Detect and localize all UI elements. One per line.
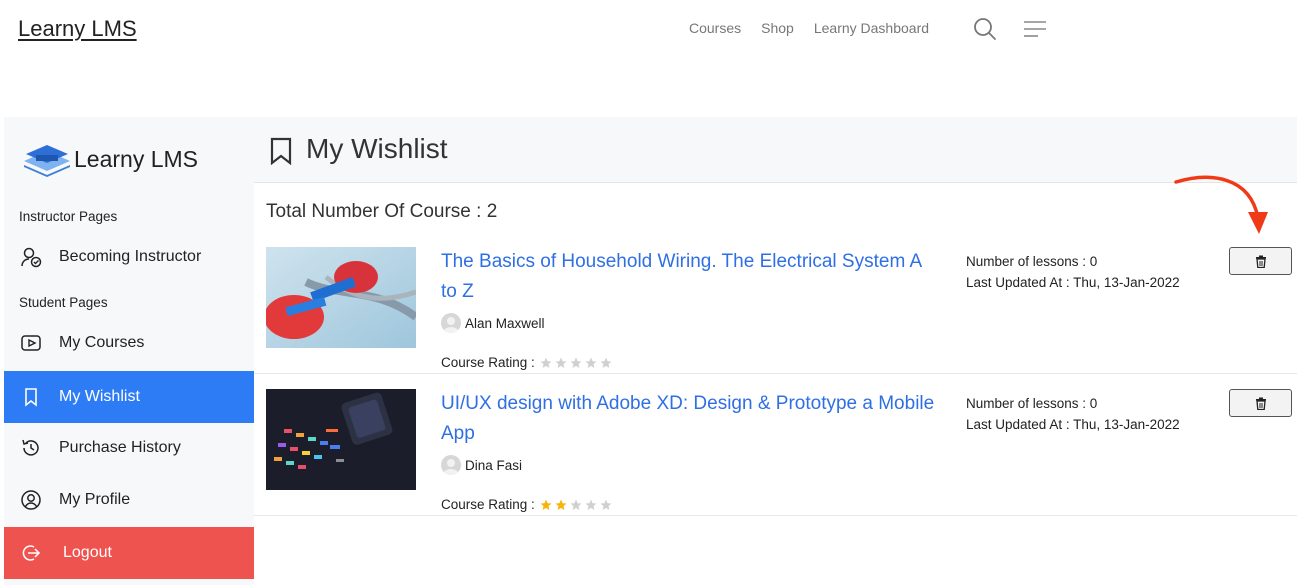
star-filled-icon [540, 499, 552, 510]
sidebar-item-purchase-history[interactable]: Purchase History [4, 422, 254, 474]
rating-stars [540, 499, 612, 511]
rating-stars [540, 357, 612, 369]
history-icon [20, 437, 42, 459]
sidebar-item-my-wishlist[interactable]: My Wishlist [4, 371, 254, 423]
play-icon [20, 332, 42, 354]
top-nav: Courses Shop Learny Dashboard [689, 20, 929, 36]
course-thumbnail[interactable] [266, 247, 416, 348]
sidebar-item-label: Logout [63, 544, 112, 561]
sidebar-brand-text: Learny LMS [74, 145, 199, 172]
remove-from-wishlist-button[interactable] [1229, 389, 1292, 417]
search-icon[interactable] [972, 16, 998, 42]
course-title-link[interactable]: The Basics of Household Wiring. The Elec… [441, 247, 941, 307]
sidebar-item-label: My Courses [59, 334, 145, 351]
sidebar-item-my-courses[interactable]: My Courses [4, 317, 254, 369]
wishlist-row: The Basics of Household Wiring. The Elec… [254, 247, 1297, 374]
instructor-pages-label: Instructor Pages [19, 209, 118, 224]
lessons-count: Number of lessons : 0 [966, 396, 1098, 411]
course-thumbnail[interactable] [266, 389, 416, 490]
student-pages-label: Student Pages [19, 295, 108, 310]
lessons-count: Number of lessons : 0 [966, 254, 1098, 269]
star-filled-icon [555, 499, 567, 510]
star-empty-icon [600, 357, 612, 368]
rating-label: Course Rating : [441, 497, 535, 512]
course-meta: Number of lessons : 0 Last Updated At : … [966, 251, 1180, 293]
bookmark-icon [20, 386, 42, 408]
annotation-arrow [1174, 175, 1268, 234]
bookmark-icon [270, 137, 292, 165]
star-empty-icon [570, 499, 582, 510]
star-empty-icon [585, 357, 597, 368]
sidebar-item-label: My Wishlist [59, 388, 140, 405]
sidebar-item-my-profile[interactable]: My Profile [4, 474, 254, 526]
graduation-cap-icon [24, 145, 70, 177]
page-header: My Wishlist [254, 117, 1297, 183]
page-title: My Wishlist [306, 133, 448, 164]
sidebar: Learny LMS Instructor Pages Becoming Ins… [4, 117, 254, 585]
course-title-link[interactable]: UI/UX design with Adobe XD: Design & Pro… [441, 389, 941, 449]
last-updated: Last Updated At : Thu, 13-Jan-2022 [966, 275, 1180, 290]
star-empty-icon [540, 357, 552, 368]
sidebar-item-label: My Profile [59, 491, 131, 508]
user-circle-icon [20, 489, 42, 511]
author-name: Dina Fasi [465, 457, 523, 473]
nav-shop[interactable]: Shop [761, 20, 794, 36]
top-bar: Learny LMS Courses Shop Learny Dashboard [0, 0, 1297, 60]
course-rating: Course Rating : [441, 497, 612, 512]
star-empty-icon [600, 499, 612, 510]
nav-courses[interactable]: Courses [689, 20, 741, 36]
rating-label: Course Rating : [441, 355, 535, 370]
sidebar-item-becoming-instructor[interactable]: Becoming Instructor [4, 231, 254, 283]
course-meta: Number of lessons : 0 Last Updated At : … [966, 393, 1180, 435]
nav-dashboard[interactable]: Learny Dashboard [814, 20, 929, 36]
menu-icon[interactable] [1022, 16, 1048, 42]
user-check-icon [20, 246, 42, 268]
sidebar-brand[interactable]: Learny LMS [22, 139, 198, 179]
author-name: Alan Maxwell [465, 315, 545, 331]
last-updated: Last Updated At : Thu, 13-Jan-2022 [966, 417, 1180, 432]
trash-icon [1255, 255, 1266, 268]
sidebar-item-logout[interactable]: Logout [4, 527, 254, 579]
avatar [441, 455, 461, 475]
avatar [441, 313, 461, 333]
star-empty-icon [555, 357, 567, 368]
trash-icon [1255, 397, 1266, 410]
sidebar-item-label: Becoming Instructor [59, 248, 202, 265]
course-author: Dina Fasi [441, 455, 522, 475]
remove-from-wishlist-button[interactable] [1229, 247, 1292, 275]
star-empty-icon [585, 499, 597, 510]
site-logo[interactable]: Learny LMS [18, 16, 137, 42]
wishlist-row: UI/UX design with Adobe XD: Design & Pro… [254, 389, 1297, 516]
course-author: Alan Maxwell [441, 313, 545, 333]
total-course-count: Total Number Of Course : 2 [266, 201, 498, 222]
star-empty-icon [570, 357, 582, 368]
course-rating: Course Rating : [441, 355, 612, 370]
logout-icon [20, 542, 42, 564]
sidebar-item-label: Purchase History [59, 439, 181, 456]
